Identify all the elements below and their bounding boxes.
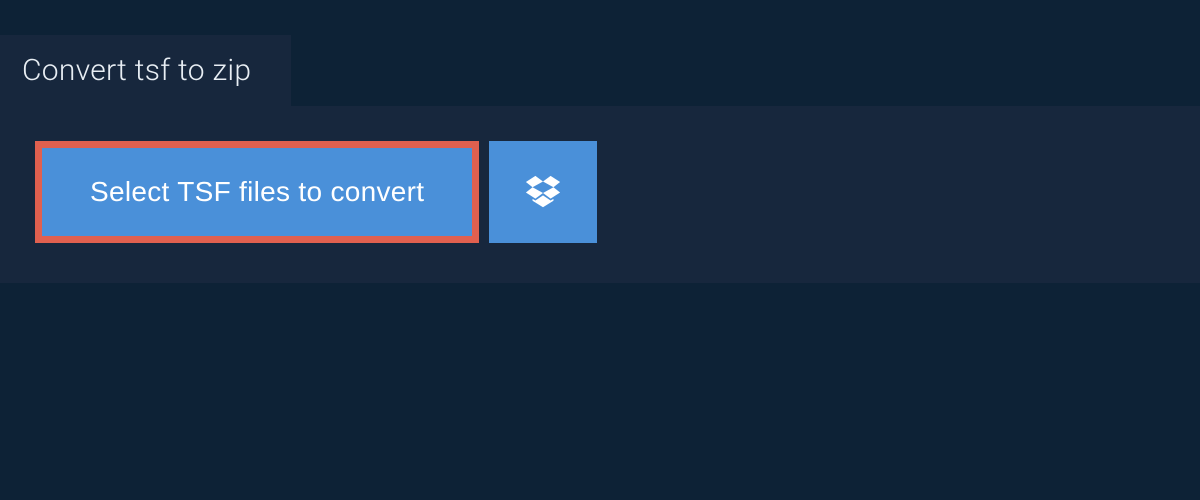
button-row: Select TSF files to convert [35, 141, 1165, 243]
select-button-highlight: Select TSF files to convert [35, 141, 479, 243]
select-files-label: Select TSF files to convert [90, 176, 424, 208]
dropbox-icon [524, 173, 562, 211]
dropbox-button[interactable] [489, 141, 597, 243]
tab-label: Convert tsf to zip [22, 53, 251, 88]
tab-bar: Convert tsf to zip [0, 0, 1200, 106]
content-panel: Select TSF files to convert [0, 106, 1200, 283]
select-files-button[interactable]: Select TSF files to convert [42, 148, 472, 236]
tab-convert[interactable]: Convert tsf to zip [0, 35, 291, 106]
